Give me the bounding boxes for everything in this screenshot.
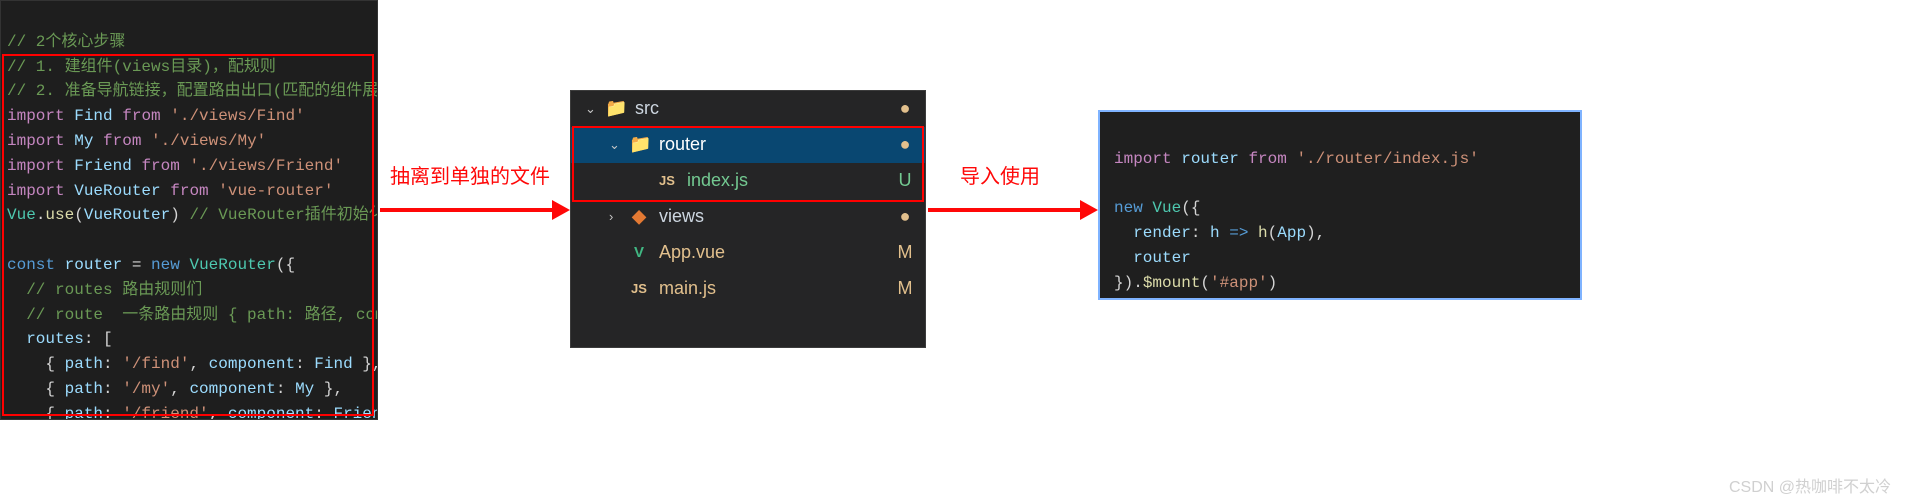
identifier: VueRouter: [84, 206, 170, 224]
git-status-u: U: [895, 167, 915, 195]
identifier: VueRouter: [74, 182, 160, 200]
identifier: VueRouter: [189, 256, 275, 274]
string-literal: '#app': [1210, 274, 1268, 292]
tree-label: router: [659, 131, 895, 159]
tree-label: App.vue: [659, 239, 895, 267]
tree-row-mainjs[interactable]: JS main.js M: [571, 271, 925, 307]
string-literal: '/friend': [122, 405, 208, 420]
string-literal: '/my': [122, 380, 170, 398]
import-keyword: import: [7, 107, 65, 125]
vue-object: Vue: [7, 206, 36, 224]
tree-label: main.js: [659, 275, 895, 303]
from-keyword: from: [141, 157, 179, 175]
string-literal: './router/index.js': [1296, 150, 1478, 168]
tree-label: index.js: [687, 167, 895, 195]
comment-line: // 1. 建组件(views目录)，配规则: [7, 58, 276, 76]
property: router: [1133, 249, 1191, 267]
tree-row-src[interactable]: ⌄ 📁 src ●: [571, 91, 925, 127]
tree-label: views: [659, 203, 895, 231]
identifier: router: [1181, 150, 1239, 168]
folder-icon: 📁: [629, 131, 649, 159]
file-tree-panel: ⌄ 📁 src ● ⌄ 📁 router ● JS index.js U › ◆…: [570, 90, 926, 348]
right-code-panel: import router from './router/index.js' n…: [1098, 110, 1582, 300]
status-dot-icon: ●: [895, 131, 915, 159]
new-keyword: new: [151, 256, 180, 274]
identifier: Find: [314, 355, 352, 373]
import-keyword: import: [7, 132, 65, 150]
string-literal: '/find': [122, 355, 189, 373]
tree-row-appvue[interactable]: V App.vue M: [571, 235, 925, 271]
import-keyword: import: [1114, 150, 1172, 168]
comment-line: // 2. 准备导航链接，配置路由出口(匹配的组件展示: [7, 82, 378, 100]
watermark-text: CSDN @热咖啡不太冷: [1729, 473, 1891, 497]
from-keyword: from: [1248, 150, 1286, 168]
param: h: [1210, 224, 1220, 242]
string-literal: './views/Find': [170, 107, 304, 125]
string-literal: 'vue-router': [218, 182, 333, 200]
tree-row-indexjs[interactable]: JS index.js U: [571, 163, 925, 199]
mount-method: $mount: [1143, 274, 1201, 292]
arrow-import: [928, 200, 1098, 220]
from-keyword: from: [170, 182, 208, 200]
property: routes: [26, 330, 84, 348]
const-keyword: const: [7, 256, 55, 274]
identifier: Find: [74, 107, 112, 125]
from-keyword: from: [103, 132, 141, 150]
tree-label: src: [635, 95, 895, 123]
identifier: My: [295, 380, 314, 398]
identifier: My: [74, 132, 93, 150]
identifier: router: [65, 256, 123, 274]
identifier: Friend: [74, 157, 132, 175]
identifier: App: [1277, 224, 1306, 242]
from-keyword: from: [122, 107, 160, 125]
comment-line: // routes 路由规则们: [26, 281, 202, 299]
status-dot-icon: ●: [895, 203, 915, 231]
identifier: Friend: [333, 405, 378, 420]
tree-row-router[interactable]: ⌄ 📁 router ●: [571, 127, 925, 163]
import-keyword: import: [7, 157, 65, 175]
property: render: [1133, 224, 1191, 242]
import-keyword: import: [7, 182, 65, 200]
git-status-m: M: [895, 275, 915, 303]
js-file-icon: JS: [657, 171, 677, 191]
property: component: [209, 355, 295, 373]
arrow-extract: [380, 200, 570, 220]
chevron-down-icon: ⌄: [585, 99, 599, 119]
string-literal: './views/My': [151, 132, 266, 150]
chevron-down-icon: ⌄: [609, 135, 623, 155]
folder-icon: ◆: [629, 203, 649, 231]
status-dot-icon: ●: [895, 95, 915, 123]
chevron-right-icon: ›: [609, 207, 623, 227]
property: path: [65, 380, 103, 398]
property: component: [228, 405, 314, 420]
comment-inline: // VueRouter插件初始化: [189, 206, 378, 224]
use-method: use: [45, 206, 74, 224]
js-file-icon: JS: [629, 279, 649, 299]
property: path: [65, 355, 103, 373]
git-status-m: M: [895, 239, 915, 267]
call: h: [1258, 224, 1268, 242]
arrow-token: =>: [1229, 224, 1248, 242]
property: component: [189, 380, 275, 398]
arrow-label-extract: 抽离到单独的文件: [390, 160, 550, 189]
vue-constructor: Vue: [1152, 199, 1181, 217]
comment-line: // 2个核心步骤: [7, 33, 125, 51]
tree-row-views[interactable]: › ◆ views ●: [571, 199, 925, 235]
arrow-label-import: 导入使用: [960, 160, 1040, 189]
vue-file-icon: V: [629, 241, 649, 264]
comment-line: // route 一条路由规则 { path: 路径, compon: [26, 306, 378, 324]
new-keyword: new: [1114, 199, 1143, 217]
left-code-panel: // 2个核心步骤 // 1. 建组件(views目录)，配规则 // 2. 准…: [0, 0, 378, 420]
folder-icon: 📁: [605, 95, 625, 123]
property: path: [65, 405, 103, 420]
string-literal: './views/Friend': [189, 157, 343, 175]
